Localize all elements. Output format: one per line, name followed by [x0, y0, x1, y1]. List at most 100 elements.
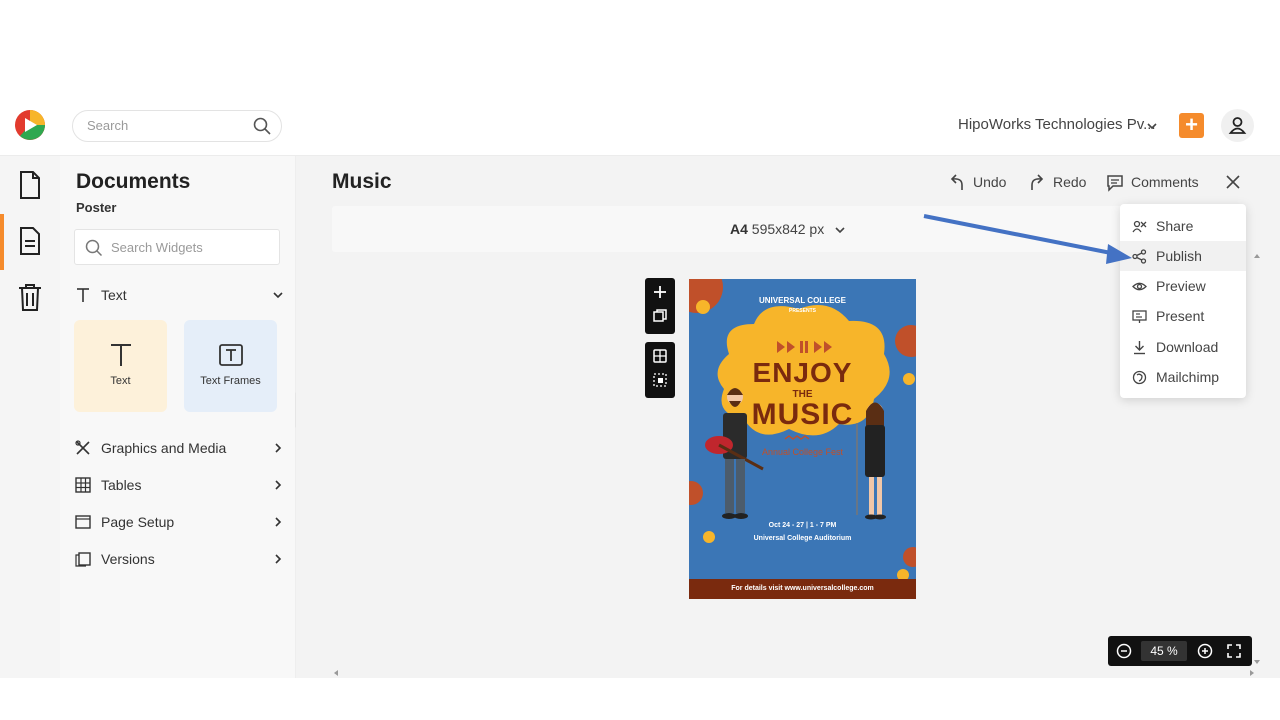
grid-icon[interactable]: [652, 348, 668, 364]
poster-line2: PRESENTS: [789, 308, 816, 314]
rail-item-trash[interactable]: [0, 270, 60, 326]
poster-footer: For details visit www.universalcollege.c…: [731, 585, 874, 592]
widget-tile-text-frames[interactable]: Text Frames: [184, 320, 277, 412]
comments-label: Comments: [1131, 174, 1199, 190]
poster-page[interactable]: UNIVERSAL COLLEGE PRESENTS ENJOY THE MUS…: [689, 279, 916, 599]
widget-search-input[interactable]: [111, 240, 271, 255]
poster-line1: UNIVERSAL COLLEGE: [759, 296, 846, 305]
zoom-unit: %: [1167, 644, 1178, 658]
undo-icon: [950, 174, 963, 190]
zoom-value: 45: [1150, 644, 1164, 658]
rail-item-documents[interactable]: [0, 158, 60, 214]
user-avatar-button[interactable]: [1221, 109, 1254, 142]
global-search[interactable]: [72, 110, 282, 142]
section-graphics-media[interactable]: Graphics and Media: [74, 437, 284, 461]
redo-button[interactable]: Redo: [1028, 172, 1090, 194]
trash-icon: [19, 284, 41, 311]
menu-item-present[interactable]: Present: [1120, 301, 1246, 331]
section-label: Tables: [101, 477, 142, 493]
zoom-level[interactable]: 45 %: [1141, 641, 1187, 661]
page-setup-icon: [75, 515, 91, 529]
page-dims: 595x842 px: [751, 221, 825, 237]
comment-icon: [1107, 175, 1123, 192]
menu-item-label: Publish: [1156, 248, 1202, 264]
app-window: HipoWorks Technologies Pv... +: [0, 0, 1280, 720]
chevron-down-icon: [273, 292, 283, 299]
vertical-scrollbar[interactable]: [1252, 252, 1262, 666]
comments-button[interactable]: Comments: [1106, 172, 1206, 194]
document-text-icon: [20, 227, 40, 255]
widgets-panel: Documents Poster Text Text: [60, 156, 296, 678]
document-icon: [20, 171, 40, 199]
section-label: Graphics and Media: [101, 440, 227, 456]
zoom-out-icon[interactable]: [1116, 643, 1132, 659]
redo-label: Redo: [1053, 174, 1087, 190]
menu-item-label: Download: [1156, 339, 1219, 355]
section-page-setup[interactable]: Page Setup: [74, 511, 284, 535]
section-label: Page Setup: [101, 514, 175, 530]
poster-fest: Annual College Fest: [761, 447, 844, 457]
menu-item-mailchimp[interactable]: Mailchimp: [1120, 362, 1246, 392]
poster-enjoy: ENJOY: [752, 357, 853, 388]
document-title[interactable]: Music: [332, 170, 392, 194]
poster-dates: Oct 24 - 27 | 1 - 7 PM: [768, 522, 837, 529]
panel-title: Documents: [76, 170, 191, 193]
menu-item-label: Preview: [1156, 278, 1206, 294]
org-switcher-label[interactable]: HipoWorks Technologies Pv...: [958, 116, 1156, 133]
section-tables[interactable]: Tables: [74, 474, 284, 498]
annotation-arrow: [923, 214, 1132, 264]
page-actions-toolbar: [645, 278, 675, 334]
tile-label: Text: [110, 375, 131, 387]
redo-icon: [1031, 174, 1044, 190]
present-icon: [1132, 310, 1147, 323]
add-page-icon[interactable]: [652, 284, 668, 300]
poster-artwork: [689, 279, 916, 599]
mailchimp-icon: [1132, 370, 1147, 385]
page-format: A4: [730, 221, 748, 237]
tile-label: Text Frames: [200, 375, 261, 387]
chevron-down-icon[interactable]: [834, 224, 846, 236]
zoom-in-icon[interactable]: [1197, 643, 1213, 659]
section-text-label: Text: [101, 287, 127, 303]
section-text[interactable]: Text: [74, 284, 284, 308]
page-size-selector[interactable]: A4 595x842 px: [730, 221, 824, 237]
chevron-down-icon[interactable]: [1146, 120, 1158, 132]
versions-icon: [75, 552, 91, 567]
undo-button[interactable]: Undo: [948, 172, 1010, 194]
horizontal-scrollbar[interactable]: [332, 668, 1256, 678]
eye-icon: [1132, 282, 1147, 291]
widget-tile-text[interactable]: Text: [74, 320, 167, 412]
download-icon: [1134, 341, 1145, 355]
chevron-right-icon: [275, 517, 282, 527]
chevron-right-icon: [275, 554, 282, 564]
menu-item-download[interactable]: Download: [1120, 332, 1246, 362]
menu-item-preview[interactable]: Preview: [1120, 271, 1246, 301]
add-button[interactable]: +: [1179, 113, 1204, 138]
poster-venue: Universal College Auditorium: [753, 535, 852, 542]
graphics-tools-icon: [75, 440, 90, 455]
table-icon: [75, 477, 91, 493]
undo-label: Undo: [973, 174, 1007, 190]
duplicate-page-icon[interactable]: [652, 308, 668, 324]
search-icon[interactable]: [253, 117, 271, 135]
menu-item-label: Mailchimp: [1156, 369, 1220, 385]
menu-item-label: Share: [1156, 218, 1194, 234]
zoom-controls: 45 %: [1108, 636, 1252, 666]
chevron-right-icon: [275, 480, 282, 490]
search-input[interactable]: [87, 118, 247, 133]
panel-subtitle: Poster: [76, 200, 117, 215]
widget-search[interactable]: [74, 229, 280, 265]
select-frame-icon[interactable]: [652, 372, 668, 388]
fullscreen-icon[interactable]: [1226, 643, 1242, 659]
close-icon[interactable]: [1224, 173, 1242, 191]
left-rail: [0, 156, 60, 678]
text-icon: [111, 344, 131, 366]
app-logo-icon[interactable]: [14, 109, 46, 141]
section-label: Versions: [101, 551, 155, 567]
section-versions[interactable]: Versions: [74, 548, 284, 572]
search-icon: [85, 239, 103, 257]
text-frame-icon: [219, 344, 243, 366]
chevron-right-icon: [275, 443, 282, 453]
top-bar: HipoWorks Technologies Pv... +: [0, 96, 1280, 156]
rail-item-editor[interactable]: [0, 214, 60, 270]
